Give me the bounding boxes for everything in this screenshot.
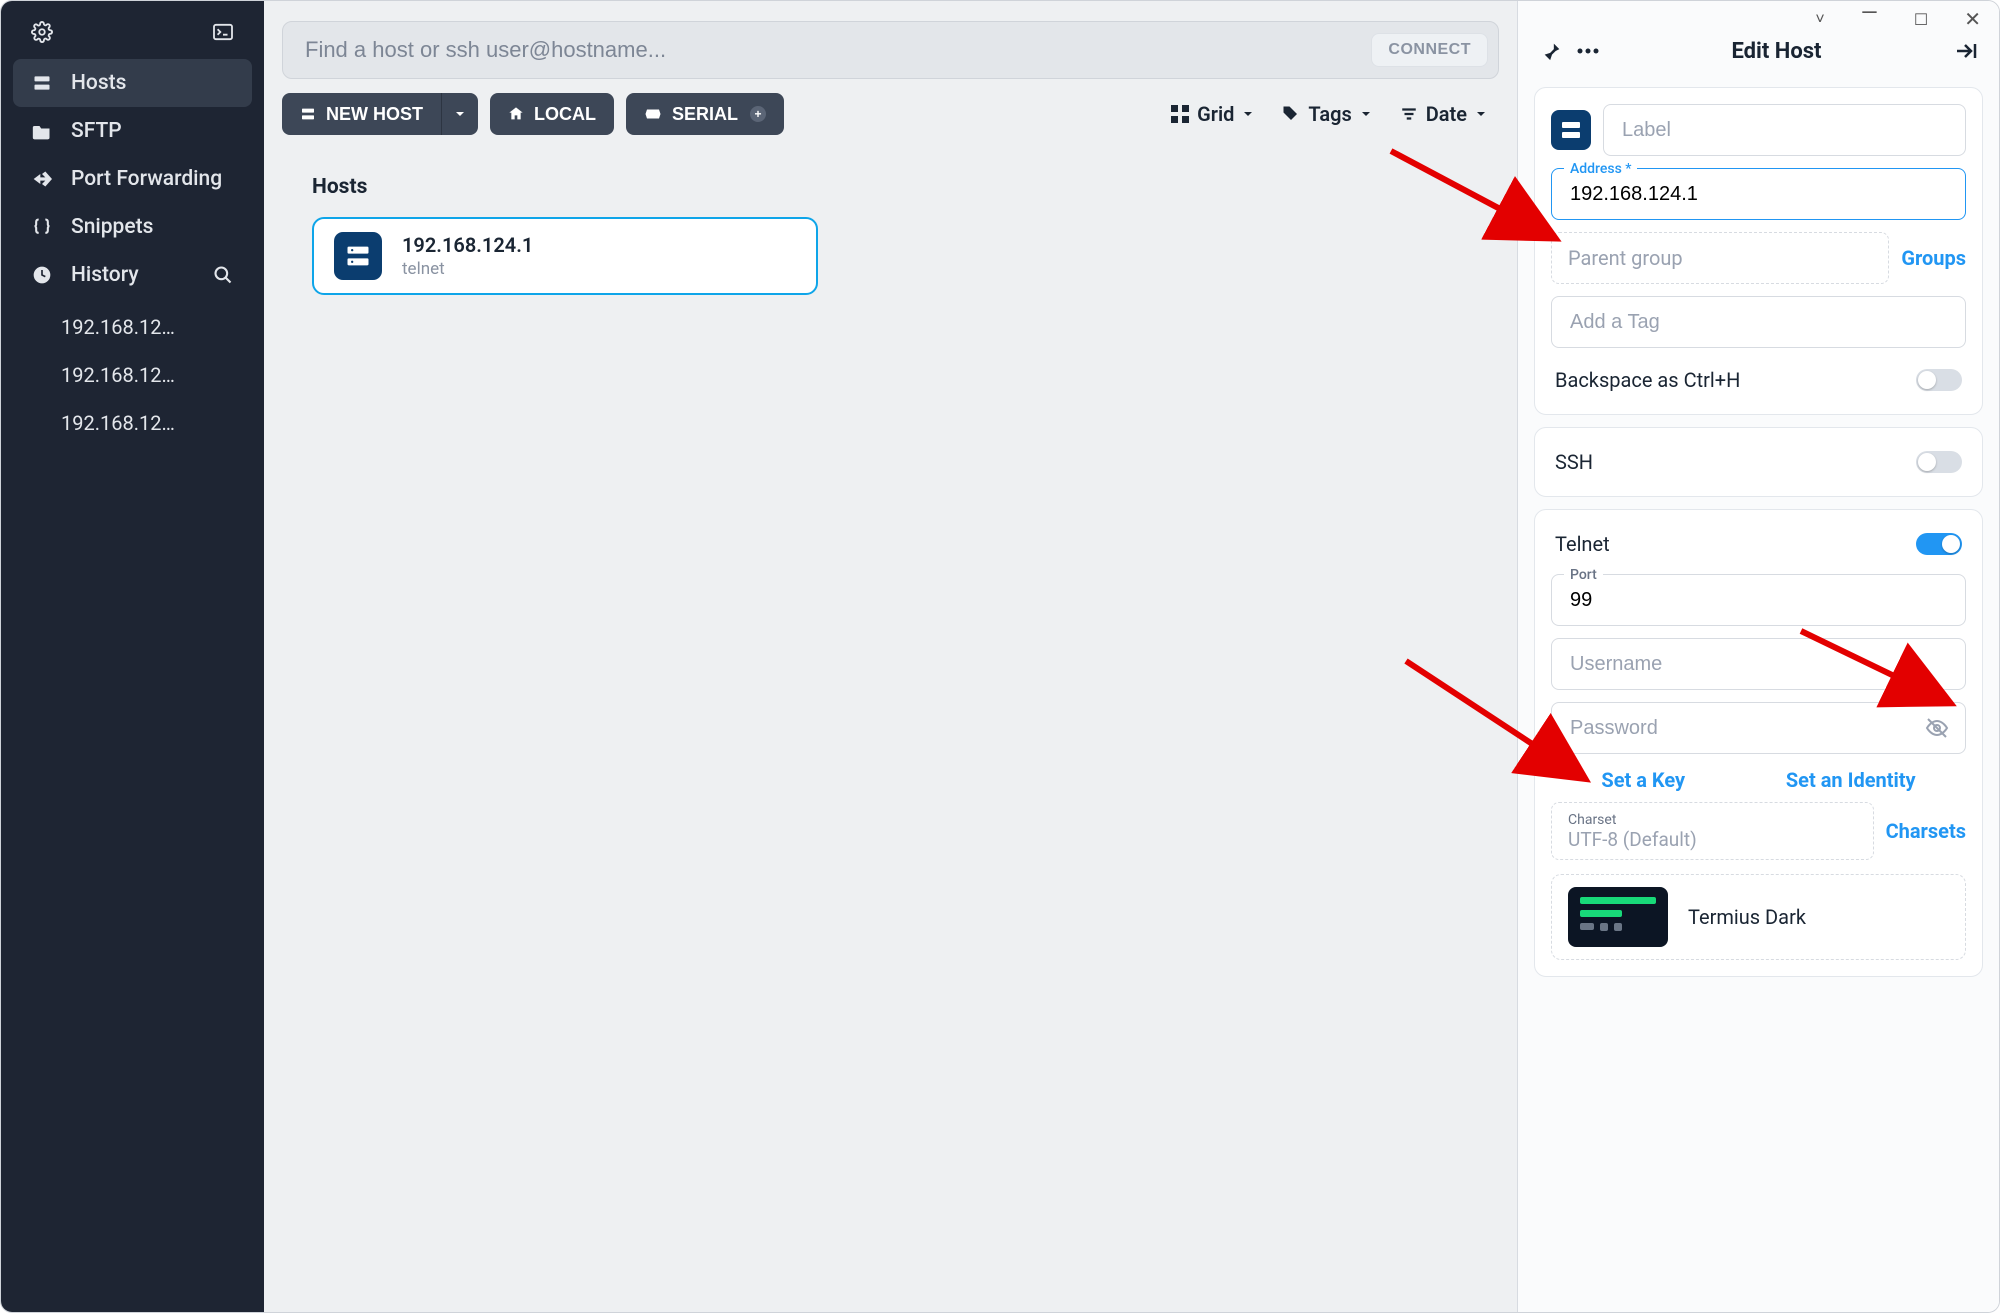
sidebar-item-hosts[interactable]: Hosts [13, 59, 252, 107]
sidebar-item-label: History [71, 263, 139, 287]
forward-icon [31, 168, 53, 190]
eye-off-icon[interactable] [1925, 716, 1949, 740]
theme-name: Termius Dark [1688, 905, 1806, 929]
ssh-toggle[interactable] [1916, 451, 1962, 473]
server-icon [300, 106, 316, 122]
hosts-icon [31, 72, 53, 94]
grid-toggle[interactable]: Grid [1171, 102, 1254, 126]
new-host-dropdown[interactable] [441, 93, 478, 135]
sidebar-item-label: Snippets [71, 215, 153, 239]
history-item[interactable]: 192.168.12… [57, 307, 252, 347]
label-field[interactable] [1603, 104, 1966, 156]
set-key-link[interactable]: Set a Key [1601, 768, 1685, 792]
section-title: Hosts [264, 149, 1517, 217]
username-field[interactable] [1551, 638, 1966, 690]
backspace-label: Backspace as Ctrl+H [1555, 368, 1740, 392]
sidebar: Hosts SFTP Port Forwarding Snippets Hist… [1, 1, 264, 1312]
plus-icon: + [750, 106, 766, 122]
sidebar-item-sftp[interactable]: SFTP [13, 107, 252, 155]
more-icon[interactable] [1574, 37, 1602, 65]
sidebar-item-label: Hosts [71, 71, 126, 95]
main-area: CONNECT NEW HOST LOCAL SERIAL + [264, 1, 1517, 1312]
sidebar-item-snippets[interactable]: Snippets [13, 203, 252, 251]
theme-selector[interactable]: Termius Dark [1551, 874, 1966, 960]
window-close-icon[interactable]: ✕ [1964, 7, 1981, 31]
date-toggle[interactable]: Date [1400, 102, 1487, 126]
sort-icon [1400, 105, 1418, 123]
window-chevron-icon[interactable]: ˅ [1815, 9, 1824, 29]
sidebar-item-label: SFTP [71, 119, 122, 143]
edit-host-panel: ˅ — ☐ ✕ Edit Host [1517, 1, 1999, 1312]
serial-button[interactable]: SERIAL + [626, 93, 784, 135]
search-icon[interactable] [212, 264, 234, 286]
search-input[interactable] [303, 36, 1371, 64]
pin-icon[interactable] [1538, 37, 1566, 65]
serial-icon [644, 107, 662, 121]
settings-icon[interactable] [31, 21, 53, 43]
connect-button[interactable]: CONNECT [1371, 33, 1488, 67]
window-minimize-icon[interactable]: — [1861, 1, 1878, 26]
clock-icon [31, 264, 53, 286]
chevron-down-icon [1242, 108, 1254, 120]
ssh-label: SSH [1555, 450, 1593, 474]
tags-toggle[interactable]: Tags [1282, 102, 1371, 126]
backspace-toggle[interactable] [1916, 369, 1962, 391]
sidebar-item-portfwd[interactable]: Port Forwarding [13, 155, 252, 203]
host-type-icon[interactable] [1551, 110, 1591, 150]
parent-group-field[interactable]: Parent group [1551, 232, 1889, 284]
chevron-down-icon [1360, 108, 1372, 120]
password-field[interactable] [1551, 702, 1966, 754]
terminal-icon[interactable] [212, 21, 234, 43]
panel-title: Edit Host [1602, 39, 1951, 64]
tag-field[interactable] [1551, 296, 1966, 348]
host-title: 192.168.124.1 [402, 233, 533, 257]
charset-field[interactable]: Charset UTF-8 (Default) [1551, 802, 1874, 860]
tag-icon [1282, 105, 1300, 123]
sidebar-item-label: Port Forwarding [71, 167, 222, 191]
port-field[interactable]: Port [1551, 574, 1966, 626]
chevron-down-icon [454, 108, 466, 120]
address-field[interactable]: Address * [1551, 168, 1966, 220]
telnet-label: Telnet [1555, 532, 1610, 556]
set-identity-link[interactable]: Set an Identity [1786, 768, 1916, 792]
sidebar-item-history[interactable]: History [13, 251, 252, 299]
local-button[interactable]: LOCAL [490, 93, 614, 135]
charsets-link[interactable]: Charsets [1886, 819, 1966, 843]
collapse-icon[interactable] [1951, 37, 1979, 65]
window-controls: ˅ — ☐ ✕ [1518, 7, 1999, 31]
telnet-toggle[interactable] [1916, 533, 1962, 555]
groups-link[interactable]: Groups [1901, 246, 1966, 270]
theme-preview-icon [1568, 887, 1668, 947]
search-bar: CONNECT [282, 21, 1499, 79]
host-card[interactable]: 192.168.124.1 telnet [312, 217, 818, 295]
history-item[interactable]: 192.168.12… [57, 403, 252, 443]
braces-icon [31, 216, 53, 238]
new-host-button[interactable]: NEW HOST [282, 93, 441, 135]
grid-icon [1171, 105, 1189, 123]
host-icon [334, 232, 382, 280]
window-maximize-icon[interactable]: ☐ [1914, 10, 1928, 29]
host-subtitle: telnet [402, 259, 533, 279]
history-item[interactable]: 192.168.12… [57, 355, 252, 395]
folder-icon [31, 120, 53, 142]
home-icon [508, 106, 524, 122]
chevron-down-icon [1475, 108, 1487, 120]
